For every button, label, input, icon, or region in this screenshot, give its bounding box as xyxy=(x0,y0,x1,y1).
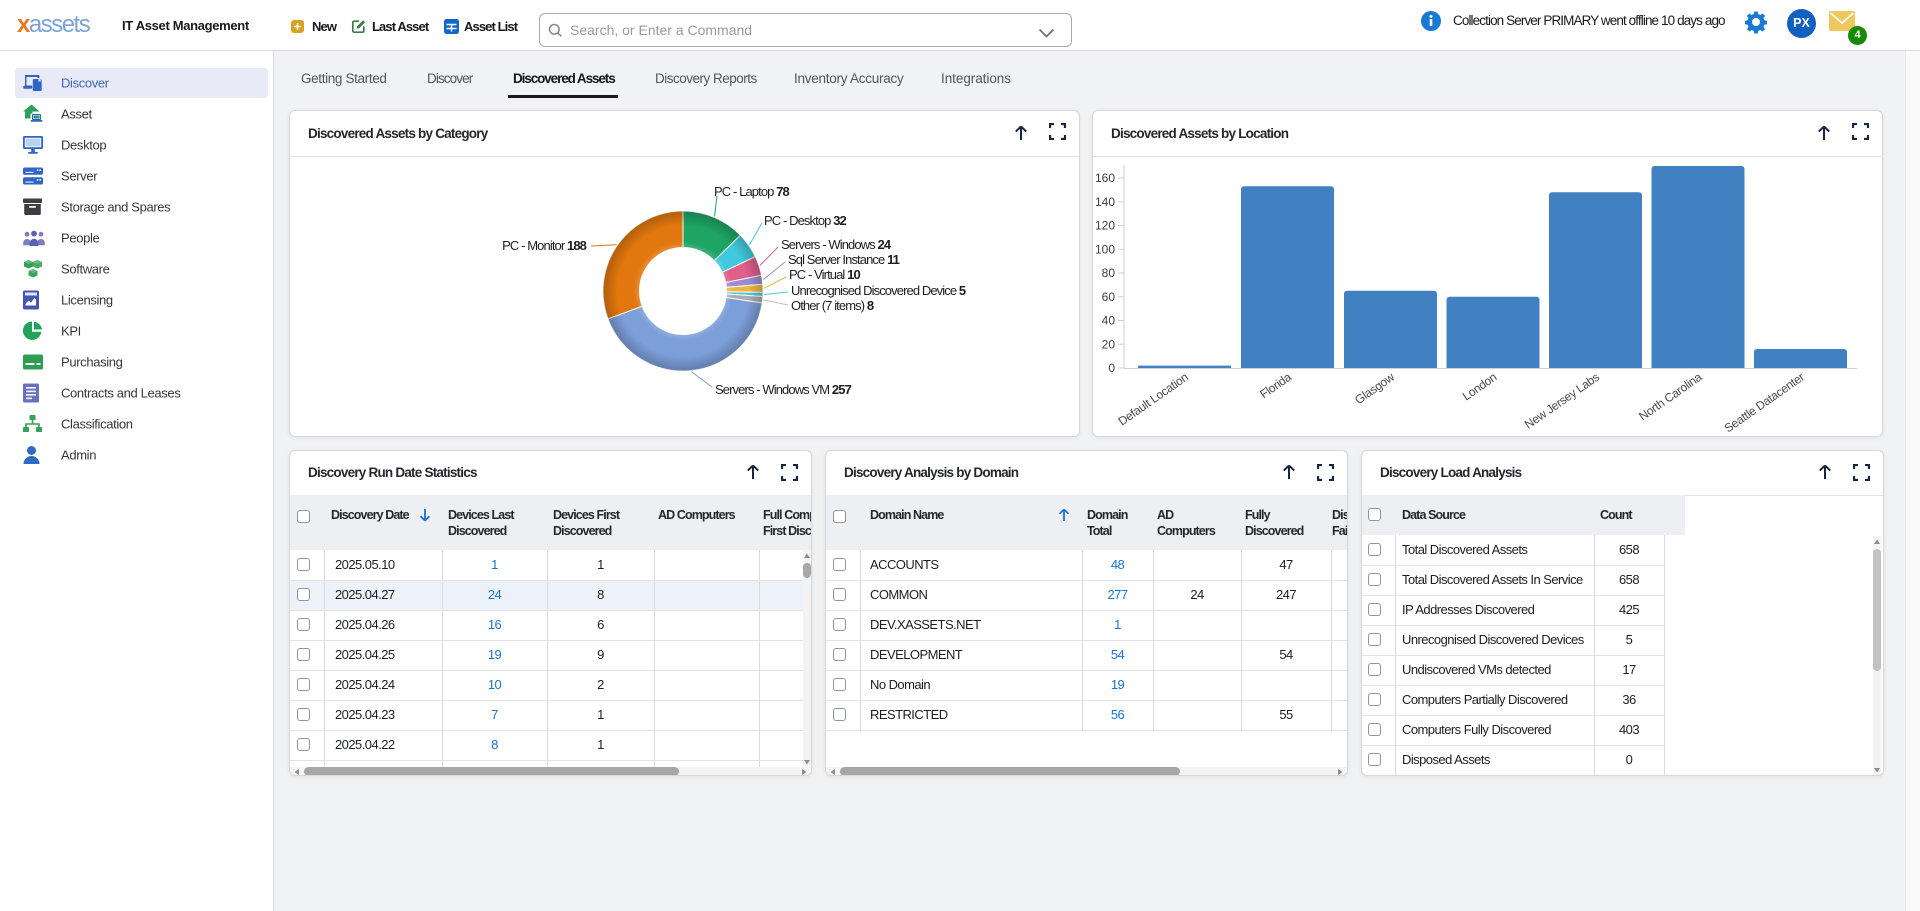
svg-text:140: 140 xyxy=(1095,195,1115,209)
svg-text:120: 120 xyxy=(1095,219,1115,233)
svg-text:London: London xyxy=(1460,370,1499,403)
svg-text:100: 100 xyxy=(1095,242,1115,256)
svg-text:20: 20 xyxy=(1102,337,1116,351)
svg-text:New Jersey Labs: New Jersey Labs xyxy=(1522,370,1602,432)
svg-text:North Carolina: North Carolina xyxy=(1636,370,1704,424)
svg-text:Default Location: Default Location xyxy=(1116,370,1191,428)
svg-text:40: 40 xyxy=(1102,314,1116,328)
svg-text:Seattle Datacenter: Seattle Datacenter xyxy=(1722,370,1807,436)
svg-text:160: 160 xyxy=(1095,171,1115,185)
svg-text:Glasgow: Glasgow xyxy=(1352,370,1397,407)
svg-text:80: 80 xyxy=(1102,266,1116,280)
svg-text:0: 0 xyxy=(1108,361,1115,375)
svg-text:60: 60 xyxy=(1102,290,1116,304)
svg-text:Florida: Florida xyxy=(1257,370,1294,402)
